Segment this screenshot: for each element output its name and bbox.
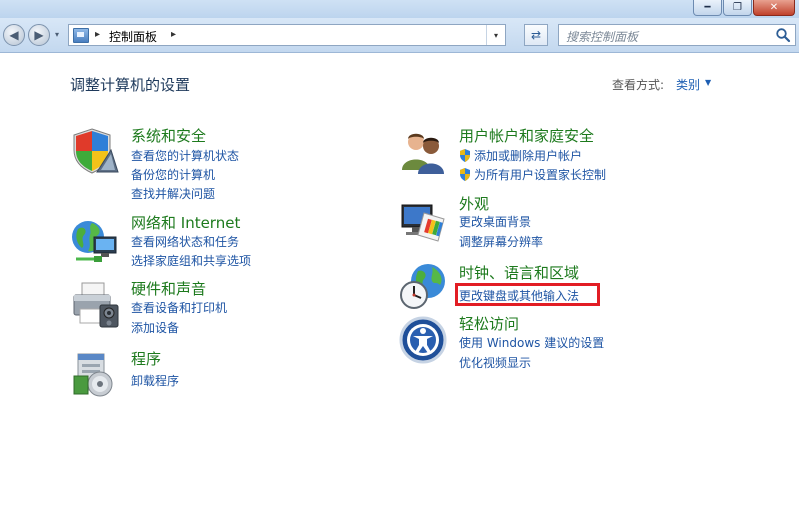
users-icon[interactable] xyxy=(398,126,448,176)
category-title-appearance[interactable]: 外观 xyxy=(459,193,489,214)
address-dropdown-button[interactable]: ▾ xyxy=(486,25,505,45)
category-title-clock-language-region[interactable]: 时钟、语言和区域 xyxy=(459,262,579,283)
link-devices-printers[interactable]: 查看设备和打印机 xyxy=(131,299,227,316)
maximize-button[interactable]: ❐ xyxy=(723,0,752,16)
link-windows-recommended-settings[interactable]: 使用 Windows 建议的设置 xyxy=(459,334,604,351)
recent-pages-dropdown[interactable]: ▾ xyxy=(55,30,59,39)
network-globe-icon[interactable] xyxy=(70,215,120,265)
appearance-monitor-icon[interactable] xyxy=(398,197,448,247)
category-title-ease-of-access[interactable]: 轻松访问 xyxy=(459,313,519,334)
breadcrumb-control-panel[interactable]: 控制面板 xyxy=(109,28,157,45)
link-add-device[interactable]: 添加设备 xyxy=(131,319,179,336)
address-bar[interactable]: ▸ 控制面板 ▸ ▾ xyxy=(68,24,506,46)
window-controls: ━ ❐ ✕ xyxy=(692,0,795,16)
link-optimize-video-display[interactable]: 优化视频显示 xyxy=(459,354,531,371)
link-adjust-resolution[interactable]: 调整屏幕分辨率 xyxy=(459,233,543,250)
clock-globe-icon[interactable] xyxy=(398,261,448,311)
minimize-button[interactable]: ━ xyxy=(693,0,722,16)
link-add-remove-accounts[interactable]: 添加或删除用户帐户 xyxy=(459,147,582,164)
close-icon: ✕ xyxy=(769,2,779,13)
view-by-dropdown[interactable]: 类别 xyxy=(676,76,700,93)
breadcrumb-separator-icon[interactable]: ▸ xyxy=(171,29,176,40)
title-bar: ━ ❐ ✕ xyxy=(0,0,799,18)
back-button[interactable]: ◀ xyxy=(3,24,25,46)
printer-icon[interactable] xyxy=(70,279,120,329)
search-input[interactable]: 搜索控制面板 xyxy=(566,28,638,45)
link-troubleshoot[interactable]: 查找并解决问题 xyxy=(131,185,215,202)
breadcrumb-separator-icon[interactable]: ▸ xyxy=(95,29,100,40)
link-backup-computer[interactable]: 备份您的计算机 xyxy=(131,166,215,183)
link-view-network-status[interactable]: 查看网络状态和任务 xyxy=(131,233,239,250)
view-by-label: 查看方式: xyxy=(612,78,665,92)
control-panel-icon xyxy=(73,28,89,43)
navigation-bar: ◀ ▶ ▾ ▸ 控制面板 ▸ ▾ ⇄ 搜索控制面板 xyxy=(0,18,799,53)
category-title-system-security[interactable]: 系统和安全 xyxy=(131,125,206,146)
ease-of-access-icon[interactable] xyxy=(398,315,448,365)
search-icon[interactable] xyxy=(775,27,791,43)
link-parental-controls[interactable]: 为所有用户设置家长控制 xyxy=(459,166,606,183)
category-title-programs[interactable]: 程序 xyxy=(131,348,161,369)
forward-arrow-icon: ▶ xyxy=(34,28,44,42)
link-label: 添加或删除用户帐户 xyxy=(474,149,583,163)
content-area: 调整计算机的设置 查看方式: 类别 ▼ 系统和安全 查看您的计算机状态 备份您的… xyxy=(0,53,799,530)
refresh-icon: ⇄ xyxy=(530,28,542,42)
uac-shield-icon xyxy=(460,168,470,181)
chevron-down-icon[interactable]: ▼ xyxy=(705,78,711,87)
shield-icon[interactable] xyxy=(70,126,120,176)
close-button[interactable]: ✕ xyxy=(753,0,795,16)
category-title-hardware-sound[interactable]: 硬件和声音 xyxy=(131,278,206,299)
link-homegroup-sharing[interactable]: 选择家庭组和共享选项 xyxy=(131,252,251,269)
back-arrow-icon: ◀ xyxy=(9,28,19,42)
category-title-network-internet[interactable]: 网络和 Internet xyxy=(131,212,240,233)
page-title: 调整计算机的设置 xyxy=(70,76,191,94)
link-view-computer-status[interactable]: 查看您的计算机状态 xyxy=(131,147,239,164)
link-change-desktop-background[interactable]: 更改桌面背景 xyxy=(459,213,531,230)
link-uninstall-program[interactable]: 卸载程序 xyxy=(131,372,179,389)
maximize-icon: ❐ xyxy=(733,2,742,13)
category-title-user-accounts[interactable]: 用户帐户和家庭安全 xyxy=(459,125,594,146)
search-box[interactable]: 搜索控制面板 xyxy=(558,24,796,46)
minimize-icon: ━ xyxy=(704,2,711,13)
link-label: 为所有用户设置家长控制 xyxy=(474,168,607,182)
forward-button[interactable]: ▶ xyxy=(28,24,50,46)
refresh-button[interactable]: ⇄ xyxy=(524,24,548,46)
uac-shield-icon xyxy=(460,149,470,162)
highlight-annotation-box xyxy=(455,283,600,306)
programs-icon[interactable] xyxy=(70,348,120,398)
